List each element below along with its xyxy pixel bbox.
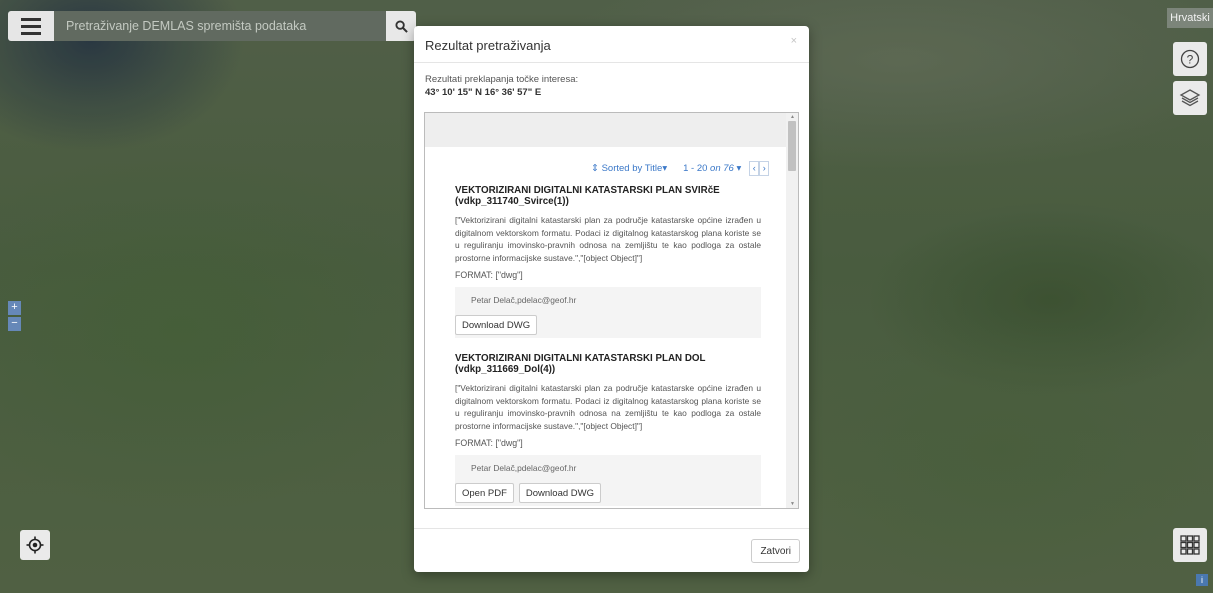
coordinates-text: 43° 10' 15" N 16° 36' 57" E — [425, 87, 542, 98]
result-item: VEKTORIZIRANI DIGITALNI KATASTARSKI PLAN… — [455, 353, 761, 507]
menu-button[interactable] — [8, 11, 54, 41]
results-pager: ⇕ Sorted by Title▾ 1 - 20 on 76 ▾ ‹ › — [591, 160, 770, 176]
results-frame[interactable]: ⇕ Sorted by Title▾ 1 - 20 on 76 ▾ ‹ › VE… — [424, 112, 799, 509]
download-dwg-button[interactable]: Download DWG — [518, 483, 601, 504]
magnifier-icon — [394, 19, 408, 33]
crosshair-target-icon — [26, 536, 44, 554]
zoom-in-button[interactable]: + — [8, 301, 21, 315]
results-range-dropdown[interactable]: 1 - 20 on 76 ▾ — [683, 163, 741, 174]
results-scrollbar[interactable]: ▲ ▼ — [786, 113, 798, 508]
range-of: on — [710, 162, 721, 174]
result-format: FORMAT: ["dwg"] — [455, 270, 523, 281]
zoom-controls: + − — [8, 301, 21, 331]
result-contact: Petar Delač,pdelac@geof.hr — [471, 295, 577, 306]
open-pdf-button[interactable]: Open PDF — [455, 483, 514, 504]
overlap-intro-text: Rezultati preklapanja točke interesa: — [425, 74, 579, 85]
close-button[interactable]: Zatvori — [751, 539, 800, 563]
range-total: 76 — [723, 162, 734, 174]
result-item: VEKTORIZIRANI DIGITALNI KATASTARSKI PLAN… — [455, 185, 761, 339]
sort-by-title-dropdown[interactable]: ⇕ Sorted by Title▾ — [591, 163, 667, 174]
apps-button[interactable] — [1173, 528, 1207, 562]
info-button[interactable]: i — [1196, 574, 1208, 586]
close-icon[interactable]: × — [791, 35, 797, 47]
hamburger-menu-icon — [21, 17, 41, 21]
modal-header: Rezultat pretraživanja × — [414, 26, 809, 63]
search-results-modal: Rezultat pretraživanja × Rezultati prekl… — [414, 26, 809, 572]
locate-button[interactable] — [20, 530, 50, 560]
result-title[interactable]: VEKTORIZIRANI DIGITALNI KATASTARSKI PLAN… — [455, 353, 761, 375]
info-icon: i — [1201, 575, 1203, 585]
question-circle-icon: ? — [1180, 49, 1200, 69]
result-title[interactable]: VEKTORIZIRANI DIGITALNI KATASTARSKI PLAN… — [455, 185, 761, 207]
scroll-down-arrow-icon[interactable]: ▼ — [790, 501, 795, 507]
search-button[interactable] — [386, 11, 416, 41]
svg-text:?: ? — [1187, 53, 1194, 67]
result-description: ["Vektorizirani digitalni katastarski pl… — [455, 215, 761, 263]
result-actions-panel: Petar Delač,pdelac@geof.hr Download DWG — [455, 287, 761, 339]
result-contact: Petar Delač,pdelac@geof.hr — [471, 463, 577, 474]
result-description: ["Vektorizirani digitalni katastarski pl… — [455, 383, 761, 431]
search-input[interactable] — [54, 11, 386, 41]
layers-button[interactable] — [1173, 81, 1207, 115]
download-dwg-button[interactable]: Download DWG — [455, 315, 538, 336]
modal-footer: Zatvori — [414, 528, 809, 572]
language-button[interactable]: Hrvatski — [1167, 8, 1213, 28]
scrollbar-thumb[interactable] — [788, 121, 796, 171]
next-page-button[interactable]: › — [759, 160, 770, 176]
range-caret-icon: ▾ — [736, 162, 742, 174]
range-prefix: 1 - 20 — [683, 162, 708, 174]
help-button[interactable]: ? — [1173, 42, 1207, 76]
layers-stack-icon — [1179, 89, 1201, 107]
modal-title: Rezultat pretraživanja — [425, 38, 551, 53]
scroll-up-arrow-icon[interactable]: ▲ — [790, 114, 795, 120]
prev-page-button[interactable]: ‹ — [749, 160, 760, 176]
result-format: FORMAT: ["dwg"] — [455, 438, 523, 449]
grid-apps-icon — [1180, 535, 1200, 555]
result-actions-panel: Petar Delač,pdelac@geof.hr Open PDF Down… — [455, 455, 761, 507]
results-header-strip — [425, 113, 798, 147]
zoom-out-button[interactable]: − — [8, 317, 21, 331]
